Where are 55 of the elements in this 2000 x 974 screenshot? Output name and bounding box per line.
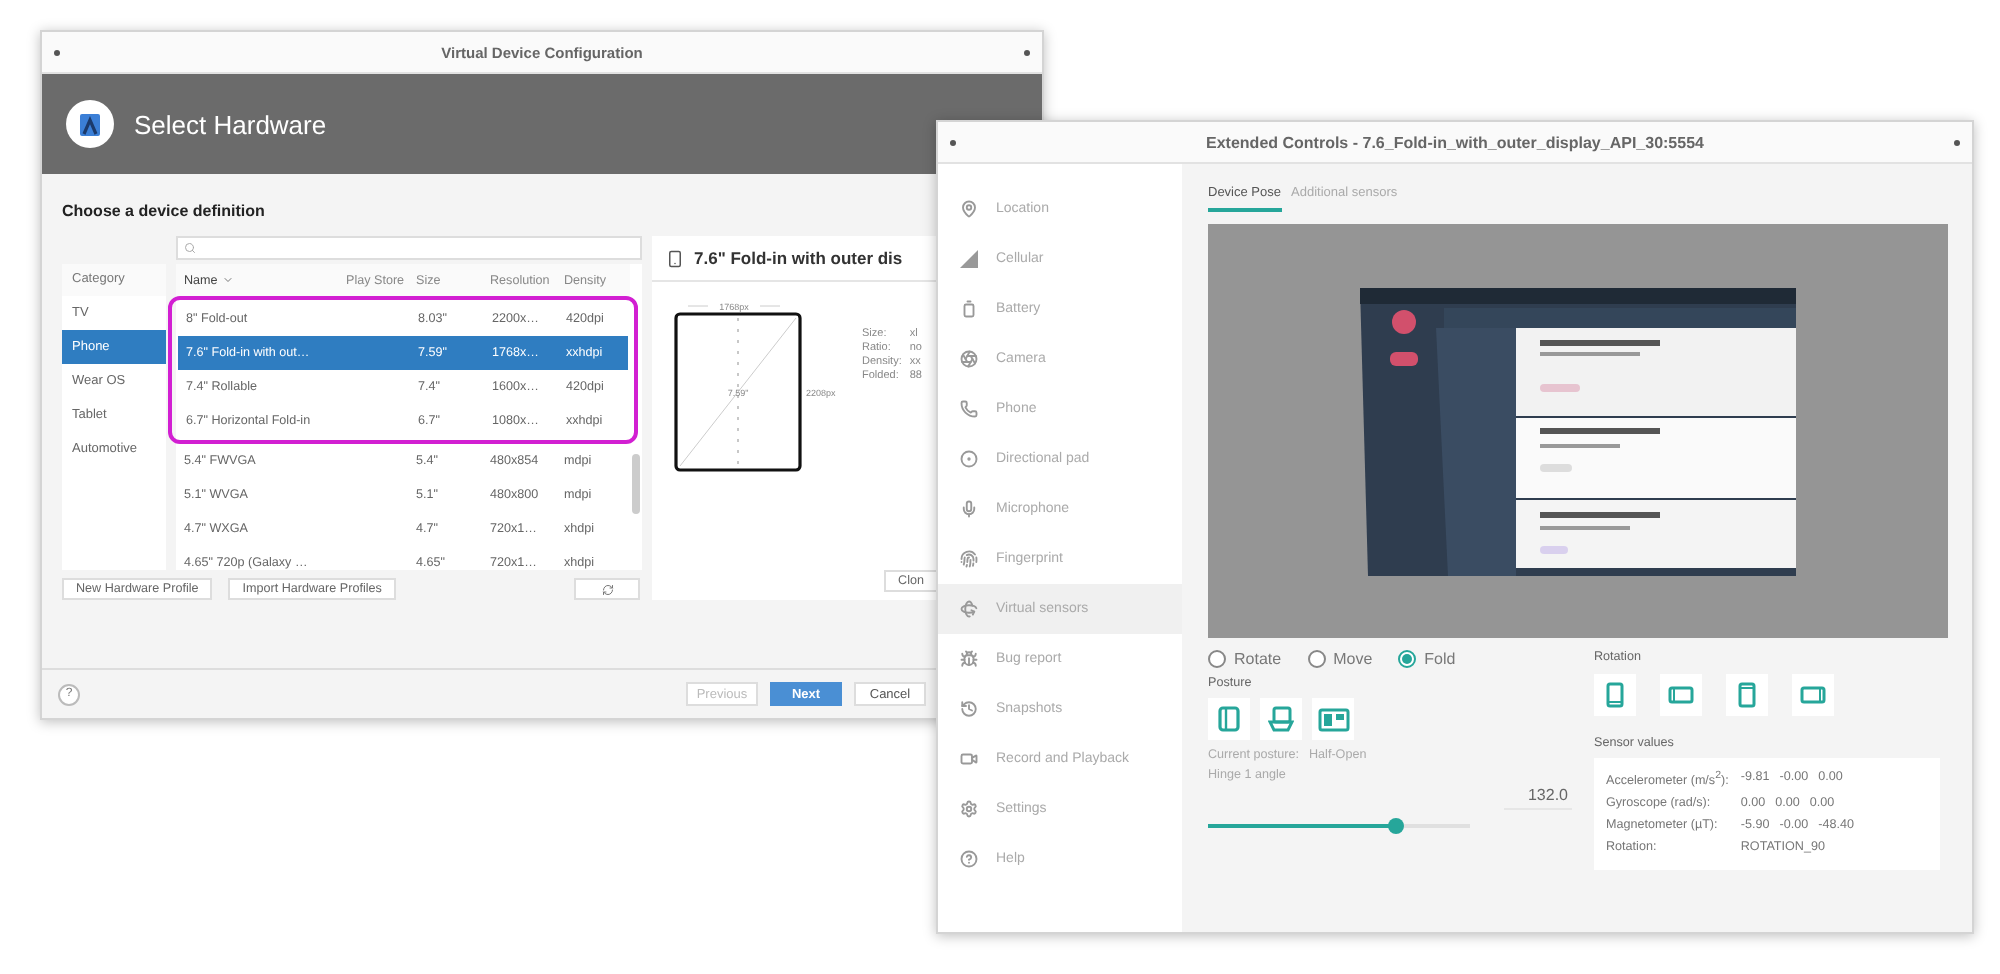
dpad-icon	[960, 450, 978, 468]
settings-icon	[960, 800, 978, 818]
radio-button[interactable]	[1398, 650, 1417, 668]
landscape-phone-icon	[1668, 686, 1694, 704]
detail-title: 7.6" Fold-in with outer dis	[694, 248, 903, 268]
help-icon	[960, 850, 978, 868]
signal-icon	[960, 250, 978, 268]
open-device-icon	[1317, 707, 1349, 731]
closed-device-icon	[1218, 706, 1240, 732]
radio-label: Fold	[1424, 650, 1456, 668]
posture-button[interactable]	[1312, 698, 1354, 740]
window-close-icon[interactable]	[1954, 139, 1960, 145]
location-pin-icon	[960, 200, 978, 218]
radio-button[interactable]	[1208, 650, 1226, 668]
sort-caret-icon	[221, 274, 234, 286]
rotation-button[interactable]	[1792, 674, 1834, 716]
refresh-button[interactable]	[574, 578, 640, 600]
window-close-icon[interactable]	[1024, 49, 1030, 55]
hinge-value: 132.0	[1503, 786, 1572, 810]
mode-radio[interactable]: Move	[1307, 650, 1373, 668]
radio-label: Move	[1333, 650, 1373, 668]
microphone-icon	[960, 500, 978, 518]
video-camera-icon	[960, 750, 978, 768]
app-logo-icon	[66, 100, 114, 148]
search-field[interactable]	[176, 236, 642, 260]
window-title: Extended Controls - 7.6_Fold-in_with_outer_display_API_30:5554	[1206, 133, 1704, 151]
rotation-button[interactable]	[1726, 674, 1768, 716]
rotation-button[interactable]	[1594, 674, 1636, 716]
refresh-icon	[601, 583, 613, 595]
mode-radio[interactable]: Rotate	[1208, 650, 1282, 668]
posture-button[interactable]	[1260, 698, 1302, 740]
slider-thumb[interactable]	[1388, 818, 1405, 834]
radio-button[interactable]	[1307, 650, 1326, 668]
phone-icon	[960, 400, 978, 418]
aperture-icon	[960, 350, 978, 368]
radio-label: Rotate	[1234, 650, 1282, 668]
landscape-phone-icon	[1800, 686, 1826, 704]
rotation-icon	[960, 600, 978, 618]
laptop-device-icon	[1268, 706, 1294, 732]
mode-radio[interactable]: Fold	[1398, 650, 1456, 668]
battery-icon	[960, 300, 978, 318]
scrollbar[interactable]	[632, 454, 640, 514]
rotation-button[interactable]	[1660, 674, 1702, 716]
fingerprint-icon	[960, 550, 978, 568]
section-heading: Choose a device definition	[62, 202, 265, 220]
window-menu-icon[interactable]	[950, 139, 956, 145]
window-menu-icon[interactable]	[54, 49, 60, 55]
header-title: Select Hardware	[134, 109, 327, 139]
posture-button[interactable]	[1208, 698, 1250, 740]
history-icon	[960, 700, 978, 718]
device-icon	[666, 249, 684, 267]
bug-icon	[960, 650, 978, 668]
portrait-phone-icon	[1606, 682, 1624, 708]
search-icon	[184, 242, 196, 254]
portrait-phone-icon	[1738, 682, 1756, 708]
